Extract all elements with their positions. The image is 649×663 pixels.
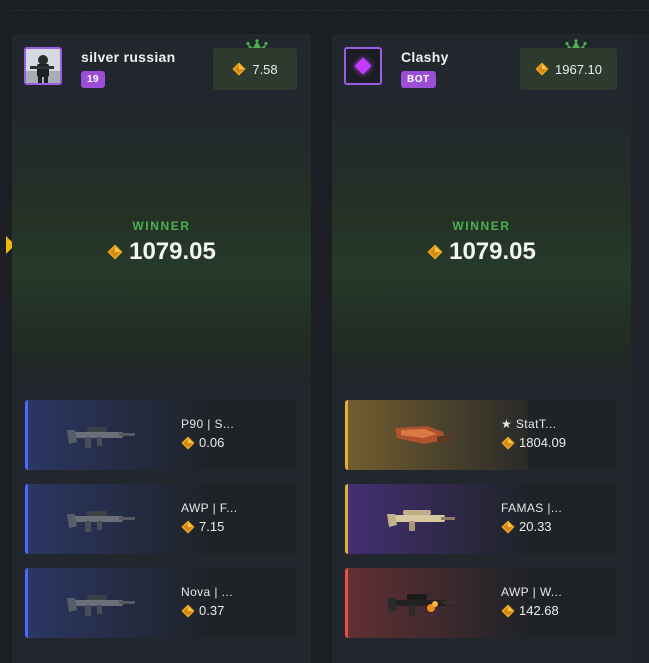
item-card[interactable]: P90 | S... 0.06 — [25, 400, 297, 470]
item-price-value: 1804.09 — [519, 435, 566, 450]
item-name: P90 | S... — [181, 417, 235, 431]
winner-label: WINNER — [452, 219, 511, 233]
winner-amount: 1079.05 — [12, 238, 311, 266]
player-name[interactable]: Clashy — [401, 49, 449, 65]
item-price: 20.33 — [501, 519, 552, 534]
coin-icon — [501, 436, 515, 450]
player-column-1: silver russian 19 7.58 WINNER 1079.05 P9… — [12, 34, 311, 663]
balance-amount: 1967.10 — [555, 61, 602, 77]
item-price-value: 0.37 — [199, 603, 225, 618]
coin-icon — [427, 244, 443, 260]
p90-skin-icon — [67, 418, 137, 452]
winner-amount: 1079.05 — [332, 238, 631, 266]
item-price: 0.06 — [181, 435, 224, 450]
winner-panel: WINNER 1079.05 — [12, 102, 311, 386]
item-name: Nova | ... — [181, 585, 233, 599]
winner-panel: WINNER 1079.05 — [332, 102, 631, 386]
famas-skin-icon — [387, 510, 455, 531]
balance-box: 1967.10 — [520, 48, 617, 90]
item-name: FAMAS |... — [501, 501, 563, 515]
item-price-value: 7.15 — [199, 519, 225, 534]
item-name: AWP | W... — [501, 585, 563, 599]
balance-amount: 7.58 — [252, 61, 278, 77]
item-card[interactable]: AWP | W... 142.68 — [345, 568, 617, 638]
item-card[interactable]: Nova | ... 0.37 — [25, 568, 297, 638]
coin-icon — [535, 62, 549, 76]
player-column-2: Clashy BOT 1967.10 WINNER 1079.05 ★ Stat… — [332, 34, 631, 663]
winner-amount-value: 1079.05 — [129, 238, 216, 265]
item-price: 7.15 — [181, 519, 224, 534]
avatar[interactable] — [24, 47, 62, 85]
coin-icon — [501, 520, 515, 534]
player-header: Clashy BOT 1967.10 — [332, 34, 631, 102]
bot-badge: BOT — [401, 71, 436, 88]
next-column-edge — [631, 34, 649, 663]
balance-box: 7.58 — [213, 48, 297, 90]
winner-amount-value: 1079.05 — [449, 238, 536, 265]
item-list: P90 | S... 0.06 AWP | F... 7.15 Nova | .… — [25, 400, 297, 652]
item-card[interactable]: AWP | F... 7.15 — [25, 484, 297, 554]
user-photo-icon — [26, 49, 60, 83]
coin-icon — [232, 62, 246, 76]
coin-icon — [181, 436, 195, 450]
item-name: AWP | F... — [181, 501, 238, 515]
item-card[interactable]: FAMAS |... 20.33 — [345, 484, 617, 554]
player-name[interactable]: silver russian — [81, 49, 175, 65]
coin-icon — [107, 244, 123, 260]
item-price: 142.68 — [501, 603, 559, 618]
level-badge: 19 — [81, 71, 106, 88]
top-divider — [12, 10, 649, 11]
coin-icon — [181, 604, 195, 618]
avatar[interactable] — [344, 47, 382, 85]
awp-skin-icon — [67, 502, 137, 536]
player-header: silver russian 19 7.58 — [12, 34, 311, 102]
coin-icon — [501, 604, 515, 618]
item-name: ★ StatT... — [501, 417, 557, 431]
awp-skin-icon — [387, 594, 455, 616]
knife-skin-icon — [395, 426, 451, 444]
item-price-value: 20.33 — [519, 519, 552, 534]
item-price: 0.37 — [181, 603, 224, 618]
gem-icon — [354, 57, 372, 75]
winner-label: WINNER — [132, 219, 191, 233]
item-list: ★ StatT... 1804.09 FAMAS |... 20.33 AWP … — [345, 400, 617, 652]
item-price-value: 142.68 — [519, 603, 559, 618]
coin-icon — [181, 520, 195, 534]
nova-skin-icon — [67, 586, 137, 620]
item-price-value: 0.06 — [199, 435, 225, 450]
item-price: 1804.09 — [501, 435, 566, 450]
item-card[interactable]: ★ StatT... 1804.09 — [345, 400, 617, 470]
